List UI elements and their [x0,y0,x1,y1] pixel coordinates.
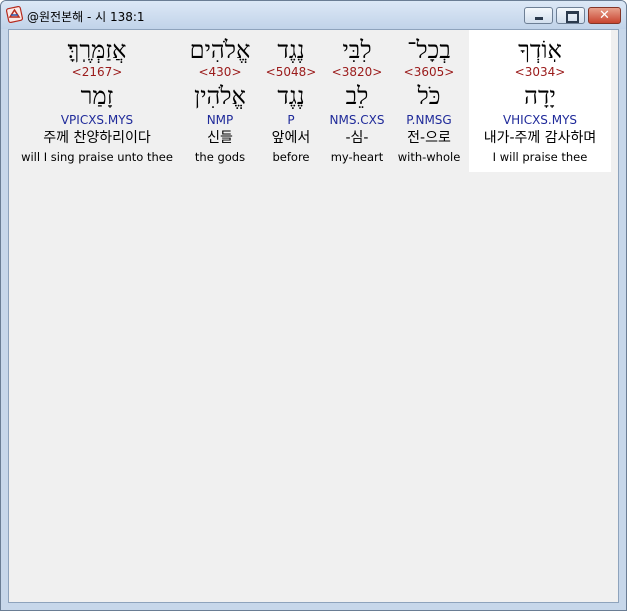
korean-gloss: -심- [345,130,369,146]
word-column-5[interactable]: אֱלֹהִים <430> אֱלֹהִין NMP 신들 the gods [182,30,258,172]
word-column-2[interactable]: בְכָל־ <3605> כֹּל P.NMSG 전-으로 with-whol… [394,30,464,172]
word-column-3[interactable]: לִבִּי <3820> לֵב NMS.CXS -심- my-heart [325,30,389,172]
lemma-word: אֱלֹהִין [194,82,246,110]
morphology-code: P.NMSG [406,113,452,127]
lemma-word: זָמַר [80,82,114,110]
lemma-word: כֹּל [417,82,441,110]
hebrew-word: בְכָל־ [407,36,451,64]
korean-gloss: 내가-주께 감사하며 [483,130,597,146]
english-gloss: I will praise thee [492,150,588,164]
hebrew-word: אֲזַמְּרֶֽךָּ׃ [67,36,127,64]
lemma-word: יָדָה [524,82,556,110]
strong-number-link[interactable]: <3820> [325,65,389,79]
morphology-code: NMS.CXS [329,113,385,127]
window-title: @원전본해 - 시 138:1 [27,10,145,24]
hebrew-word: נֶגֶד [277,36,305,64]
strong-number-link[interactable]: <3605> [394,65,464,79]
strong-number-link[interactable]: <2167> [15,65,179,79]
close-button[interactable]: ✕ [588,7,621,24]
word-row: אֽוֹדְךָ <3034> יָדָה VHICXS.MYS 내가-주께 감… [9,30,618,175]
hebrew-word: אֽוֹדְךָ [518,36,562,64]
word-column-6[interactable]: אֲזַמְּרֶֽךָּ׃ <2167> זָמַר VPICXS.MYS 주… [15,30,179,172]
interlinear-panel[interactable]: אֽוֹדְךָ <3034> יָדָה VHICXS.MYS 내가-주께 감… [8,29,619,603]
english-gloss: the gods [194,150,246,164]
maximize-button[interactable] [556,7,585,24]
minimize-icon [535,17,543,20]
maximize-icon [566,11,579,23]
title-bar[interactable]: @원전본해 - 시 138:1 ✕ [1,1,626,29]
morphology-code: VPICXS.MYS [60,113,134,127]
word-column-1[interactable]: אֽוֹדְךָ <3034> יָדָה VHICXS.MYS 내가-주께 감… [469,30,611,172]
morphology-code: VHICXS.MYS [502,113,578,127]
lemma-word: לֵב [345,82,369,110]
close-icon: ✕ [599,8,610,23]
korean-gloss: 신들 [207,130,233,146]
korean-gloss: 주께 찬양하리이다 [43,130,151,146]
korean-gloss: 앞에서 [271,130,311,146]
bible-app-icon[interactable] [6,6,23,23]
korean-gloss: 전-으로 [407,130,451,146]
app-window: @원전본해 - 시 138:1 ✕ אֽוֹדְךָ <3034> יָדָה … [0,0,627,611]
strong-number-link[interactable]: <3034> [469,65,611,79]
english-gloss: before [272,150,310,164]
hebrew-word: לִבִּי [342,36,372,64]
morphology-code: NMP [206,113,234,127]
hebrew-word: אֱלֹהִים [189,36,251,64]
english-gloss: will I sing praise unto thee [21,150,173,164]
strong-number-link[interactable]: <5048> [262,65,320,79]
strong-number-link[interactable]: <430> [182,65,258,79]
word-column-4[interactable]: נֶגֶד <5048> נֶגֶד P 앞에서 before [262,30,320,172]
minimize-button[interactable] [524,7,553,24]
morphology-code: P [287,113,295,127]
english-gloss: my-heart [330,150,384,164]
english-gloss: with-whole [397,150,461,164]
lemma-word: נֶגֶד [277,82,305,110]
